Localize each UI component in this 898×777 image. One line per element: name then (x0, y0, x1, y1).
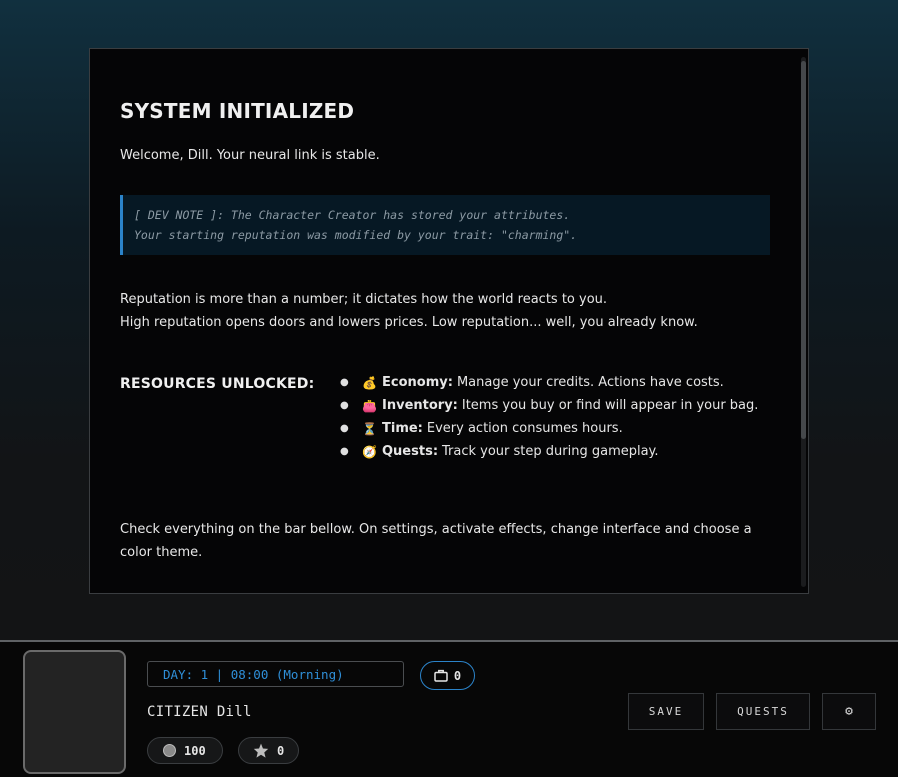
story-scrollbar[interactable] (801, 57, 806, 587)
check-text: Check everything on the bar bellow. On s… (120, 522, 752, 560)
resource-desc: Every action consumes hours. (426, 421, 623, 436)
story-panel: SYSTEM INITIALIZED Welcome, Dill. Your n… (89, 48, 809, 594)
gear-icon: ⚙ (845, 704, 853, 719)
story-title: SYSTEM INITIALIZED (120, 99, 355, 123)
scroll-thumb[interactable] (801, 61, 806, 439)
inventory-count: 0 (453, 668, 462, 683)
compass-icon: 🧭 (362, 444, 377, 459)
hourglass-icon: ⏳ (362, 421, 377, 436)
story-content: SYSTEM INITIALIZED Welcome, Dill. Your n… (120, 99, 770, 564)
dev-note-line: [ DEV NOTE ]: The Character Creator has … (134, 208, 571, 222)
hud-bar: DAY: 1 | 08:00 (Morning) 0 CITIZEN Dill … (0, 640, 898, 777)
reputation-badge: 0 (238, 737, 299, 764)
resource-item-time: ● ⏳ Time: Every action consumes hours. (340, 417, 758, 440)
bullet-icon: ● (340, 423, 349, 434)
briefcase-icon (434, 669, 448, 682)
resources-section: RESOURCES UNLOCKED: ● 💰 Economy: Manage … (120, 371, 770, 463)
citizen-name: CITIZEN Dill (147, 704, 252, 720)
resource-desc: Manage your credits. Actions have costs. (456, 375, 724, 390)
bullet-icon: ● (340, 377, 349, 388)
dev-note-line: Your starting reputation was modified by… (134, 228, 578, 242)
money-bag-icon: 💰 (362, 375, 377, 390)
reputation-text: Reputation is more than a number; it dic… (120, 288, 770, 334)
day-time-display: DAY: 1 | 08:00 (Morning) (147, 661, 404, 687)
bullet-icon: ● (340, 446, 349, 457)
purse-icon: 👛 (362, 398, 377, 413)
resources-list: ● 💰 Economy: Manage your credits. Action… (340, 371, 758, 463)
quests-button[interactable]: QUESTS (716, 693, 810, 730)
reputation-line: Reputation is more than a number; it dic… (120, 292, 608, 307)
credits-value: 100 (184, 743, 206, 758)
welcome-text: Welcome, Dill. Your neural link is stabl… (120, 148, 380, 163)
dev-note: [ DEV NOTE ]: The Character Creator has … (120, 195, 770, 255)
resource-item-inventory: ● 👛 Inventory: Items you buy or find wil… (340, 394, 758, 417)
bullet-icon: ● (340, 400, 349, 411)
resource-item-quests: ● 🧭 Quests: Track your step during gamep… (340, 440, 758, 463)
save-button[interactable]: SAVE (628, 693, 704, 730)
resource-desc: Track your step during gameplay. (442, 444, 659, 459)
credits-badge: 100 (147, 737, 223, 764)
resources-label: RESOURCES UNLOCKED: (120, 376, 315, 392)
resource-name: Inventory: (382, 398, 458, 413)
avatar[interactable] (23, 650, 126, 774)
resource-name: Economy: (382, 375, 453, 390)
reputation-value: 0 (277, 743, 285, 758)
resource-name: Time: (382, 421, 423, 436)
settings-button[interactable]: ⚙ (822, 693, 876, 730)
star-icon (253, 743, 269, 758)
resource-desc: Items you buy or find will appear in you… (461, 398, 759, 413)
reputation-line: High reputation opens doors and lowers p… (120, 315, 698, 330)
inventory-button[interactable]: 0 (420, 661, 475, 690)
coin-icon (163, 744, 176, 757)
resource-item-economy: ● 💰 Economy: Manage your credits. Action… (340, 371, 758, 394)
resource-name: Quests: (382, 444, 439, 459)
